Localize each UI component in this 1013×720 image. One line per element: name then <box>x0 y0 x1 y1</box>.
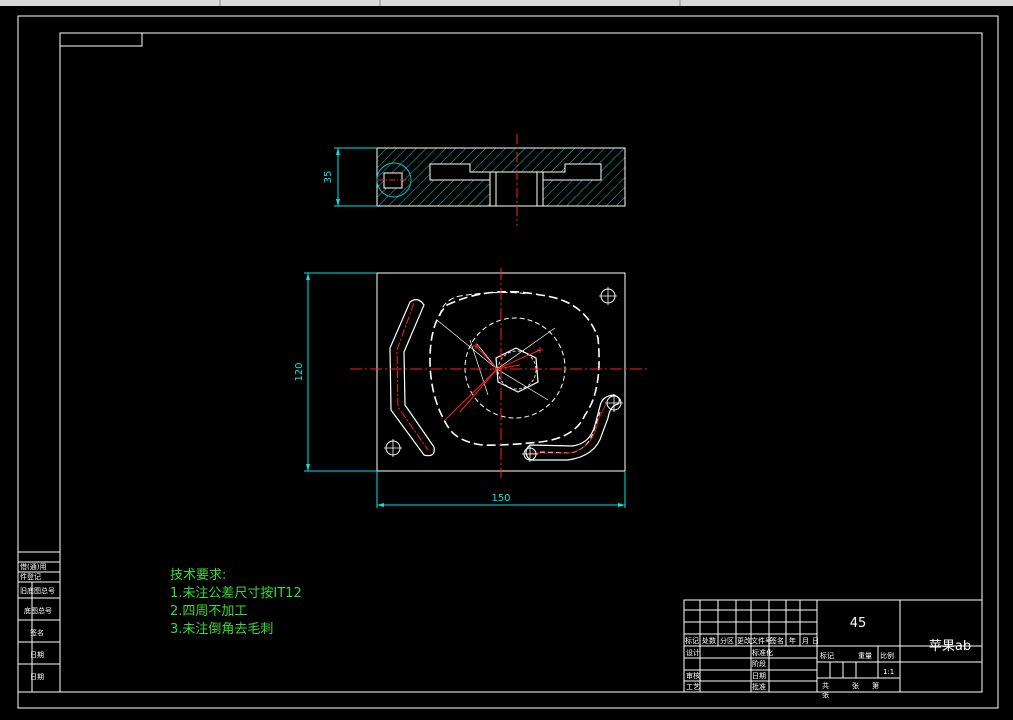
sign-label: 标记 <box>820 651 834 660</box>
row-header: 标记 <box>685 636 699 645</box>
misc-label: 日期 <box>752 672 766 680</box>
review-label: 批准 <box>752 682 766 691</box>
construction-line <box>436 319 498 370</box>
section-view[interactable]: 35 <box>323 134 626 226</box>
title-scale: 1:1 <box>883 668 894 676</box>
sheet-outer-border <box>17 15 999 709</box>
sign-label: 设计 <box>686 648 700 657</box>
radial-centerline <box>444 368 498 421</box>
row-header: 处数 <box>702 636 716 645</box>
mounting-hole-bottom-left <box>384 439 402 457</box>
apple-profile-outer <box>439 291 529 317</box>
row-header: 日 <box>812 637 819 645</box>
side-label: 签名 <box>30 628 44 637</box>
construction-line <box>496 327 556 370</box>
title-block: 45 苹果ab 1:1 标记 处数 分区 更改文件号 签名 年 月 日 设计 标… <box>683 599 983 699</box>
review-label: 审核 <box>686 671 700 680</box>
side-label: 旧底图总号 <box>20 586 55 595</box>
mounting-hole-top-right <box>599 287 617 305</box>
dim-150-arrow-right <box>618 503 625 507</box>
review-label: 工艺 <box>686 683 700 691</box>
side-label: 日期 <box>30 673 44 681</box>
left-slot <box>389 299 435 457</box>
radial-centerline <box>459 368 498 413</box>
dim-120-arrow-bottom <box>306 464 310 471</box>
side-label: 件登记 <box>20 572 41 581</box>
sign-label: 比例 <box>880 651 894 660</box>
row-header: 签名 <box>770 636 784 645</box>
title-part-name: 苹果ab <box>929 639 971 654</box>
dim-120-label: 120 <box>294 362 305 381</box>
misc-label: 张 <box>852 681 859 690</box>
boss-circle-dashed <box>464 317 566 419</box>
side-label: 日期 <box>30 651 44 659</box>
center-bore-circle <box>497 350 537 390</box>
app-top-bar <box>0 0 1013 6</box>
dim-150-label: 150 <box>491 493 510 504</box>
requirement-item: 3.未注倒角去毛刺 <box>170 622 273 637</box>
dim-120-arrow-top <box>306 273 310 280</box>
requirement-item: 2.四周不加工 <box>170 604 247 619</box>
misc-label: 第 <box>872 681 879 690</box>
left-side-strip: 借(通)用 件登记 旧底图总号 底图总号 签名 日期 日期 <box>17 551 61 693</box>
row-header: 分区 <box>720 636 734 645</box>
technical-requirements: 技术要求: 1.未注公差尺寸按IT12 2.四周不加工 3.未注倒角去毛刺 <box>170 568 302 637</box>
row-header: 更改文件号 <box>737 636 772 645</box>
dim-35-arrow-bottom <box>336 199 340 206</box>
side-label: 底图总号 <box>24 606 52 615</box>
row-header: 年 <box>789 636 796 645</box>
side-label: 借(通)用 <box>20 562 46 571</box>
title-material: 45 <box>850 616 867 631</box>
dim-150-arrow-left <box>377 503 384 507</box>
dim-35-label: 35 <box>323 171 334 184</box>
drawing-number-box <box>59 32 143 47</box>
dim-35-arrow-top <box>336 148 340 155</box>
row-header: 月 <box>802 637 809 645</box>
cad-drawing-canvas[interactable]: 35 120 150 技术要求: 1.未注公差尺寸按IT12 2.四周不加工 3… <box>0 0 1013 720</box>
misc-label: 共 <box>822 681 829 690</box>
apple-profile-dashed <box>429 290 600 446</box>
sign-label: 标准化 <box>752 648 773 657</box>
sign-label: 重量 <box>858 652 872 660</box>
radial-centerline <box>496 349 541 370</box>
radial-centerline <box>475 345 498 370</box>
misc-label: 张 <box>822 690 829 699</box>
plan-view[interactable]: 120 150 <box>294 268 650 508</box>
left-slot-centerline <box>396 302 429 451</box>
requirements-heading: 技术要求: <box>170 568 226 583</box>
sign-label: 阶段 <box>752 659 766 668</box>
requirement-item: 1.未注公差尺寸按IT12 <box>170 586 302 601</box>
